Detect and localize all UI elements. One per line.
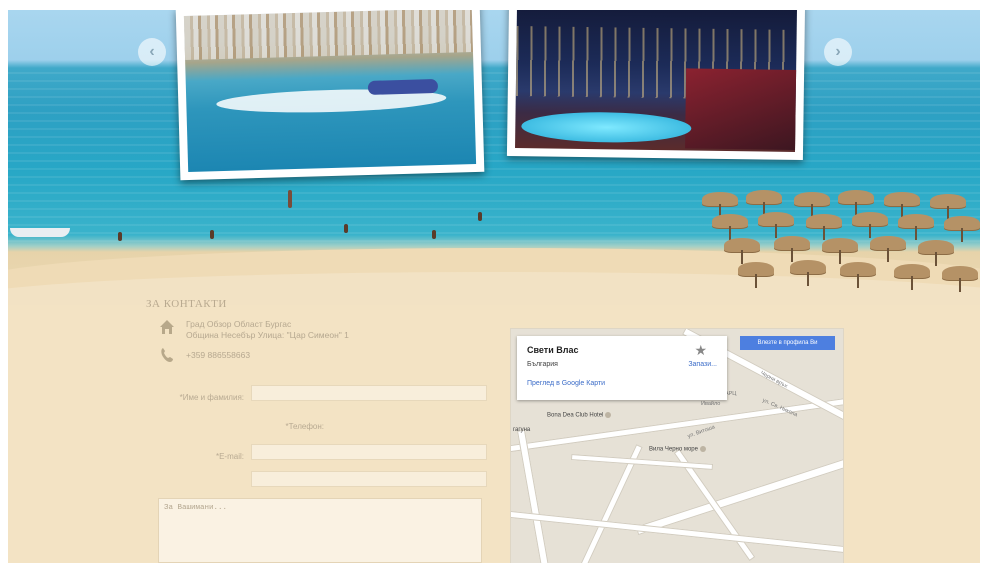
view-in-google-maps-link[interactable]: Преглед в Google Карти — [527, 380, 605, 387]
home-icon — [158, 319, 176, 337]
map-road — [516, 429, 554, 563]
name-input[interactable] — [251, 385, 487, 401]
address-line-2: Община Несебър Улица: "Цар Симеон" 1 — [186, 330, 349, 340]
save-link[interactable]: Запази... — [688, 361, 717, 368]
slide-photo-jetski[interactable] — [175, 10, 485, 181]
poi-bona-dea[interactable]: Bona Dea Club Hotel — [547, 412, 612, 419]
beach-umbrellas — [698, 190, 980, 295]
slider-next-button[interactable]: › — [824, 38, 852, 66]
chevron-left-icon: ‹ — [149, 43, 155, 60]
extra-input[interactable] — [251, 471, 487, 487]
map-road — [570, 454, 714, 470]
address-line-1: Град Обзор Област Бургас — [186, 319, 292, 329]
email-label: *E-mail: — [215, 452, 244, 461]
contacts-title: ЗА КОНТАКТИ — [146, 298, 227, 310]
place-title: Свети Влас — [527, 345, 579, 355]
map-place-card: Свети Влас ★ България Запази... Преглед … — [517, 336, 727, 400]
street-label: Ивайло — [701, 401, 721, 407]
beach-person — [118, 232, 122, 241]
boat-image — [10, 228, 70, 237]
slider-prev-button[interactable]: ‹ — [138, 38, 166, 66]
beach-person — [478, 212, 482, 221]
google-map[interactable]: Bona Dea Club Hotel Вила Черно море гагу… — [510, 328, 844, 563]
hero-slider: ‹ › — [8, 10, 980, 305]
beach-person — [210, 230, 214, 239]
message-textarea[interactable]: За Вашимани... — [158, 498, 482, 563]
poi-villa-cherno-more[interactable]: Вила Черно море — [649, 446, 706, 453]
phone-label: *Телефон: — [285, 422, 324, 431]
beach-person — [344, 224, 348, 233]
contact-phone: +359 886558663 — [158, 347, 250, 365]
beach-person — [432, 230, 436, 239]
contact-address: Град Обзор Област Бургас Община Несебър … — [158, 319, 349, 341]
place-country: България — [527, 361, 558, 368]
phone-number: +359 886558663 — [186, 350, 251, 360]
slide-photo-night-marina[interactable] — [506, 10, 806, 161]
message-placeholder: За Вашимани... — [164, 504, 228, 512]
page: ‹ › ЗА КОНТАКТИ Град Обзор Област Бургас… — [8, 10, 980, 563]
chevron-right-icon: › — [835, 43, 841, 60]
windsurfer — [288, 190, 292, 208]
map-left-text: гагуна — [513, 427, 531, 433]
phone-icon — [158, 347, 176, 365]
star-icon[interactable]: ★ — [694, 342, 707, 359]
email-input[interactable] — [251, 444, 487, 460]
sign-in-button[interactable]: Влезте в профила Ви — [740, 336, 835, 350]
name-label: *Име и фамилия: — [179, 393, 244, 402]
